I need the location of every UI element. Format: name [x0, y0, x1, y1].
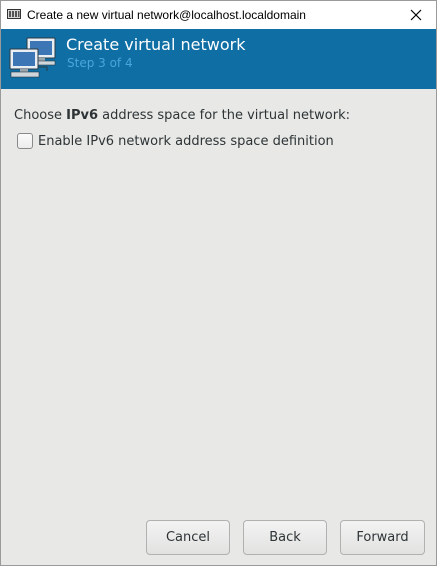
- header-title: Create virtual network: [66, 35, 246, 54]
- prompt-text-bold: IPv6: [66, 108, 99, 123]
- prompt-text-after: address space for the virtual network:: [98, 108, 350, 123]
- forward-button[interactable]: Forward: [340, 520, 425, 555]
- title-bar[interactable]: Create a new virtual network@localhost.l…: [1, 1, 436, 29]
- ipv6-prompt: Choose IPv6 address space for the virtua…: [14, 108, 350, 123]
- enable-ipv6-label[interactable]: Enable IPv6 network address space defini…: [38, 134, 334, 149]
- dialog-window: Create a new virtual network@localhost.l…: [0, 0, 437, 566]
- enable-ipv6-checkbox[interactable]: [17, 133, 33, 149]
- prompt-text-before: Choose: [14, 108, 67, 123]
- step-indicator: Step 3 of 4: [67, 56, 133, 70]
- close-button[interactable]: [396, 1, 436, 29]
- close-icon: [410, 9, 422, 21]
- window-title: Create a new virtual network@localhost.l…: [27, 8, 306, 22]
- enable-ipv6-option[interactable]: Enable IPv6 network address space defini…: [17, 132, 334, 150]
- header-banner: Create virtual network Step 3 of 4: [1, 29, 436, 89]
- back-button[interactable]: Back: [243, 520, 327, 555]
- cancel-button[interactable]: Cancel: [146, 520, 230, 555]
- app-icon: [7, 9, 21, 19]
- network-computers-icon: [9, 37, 56, 78]
